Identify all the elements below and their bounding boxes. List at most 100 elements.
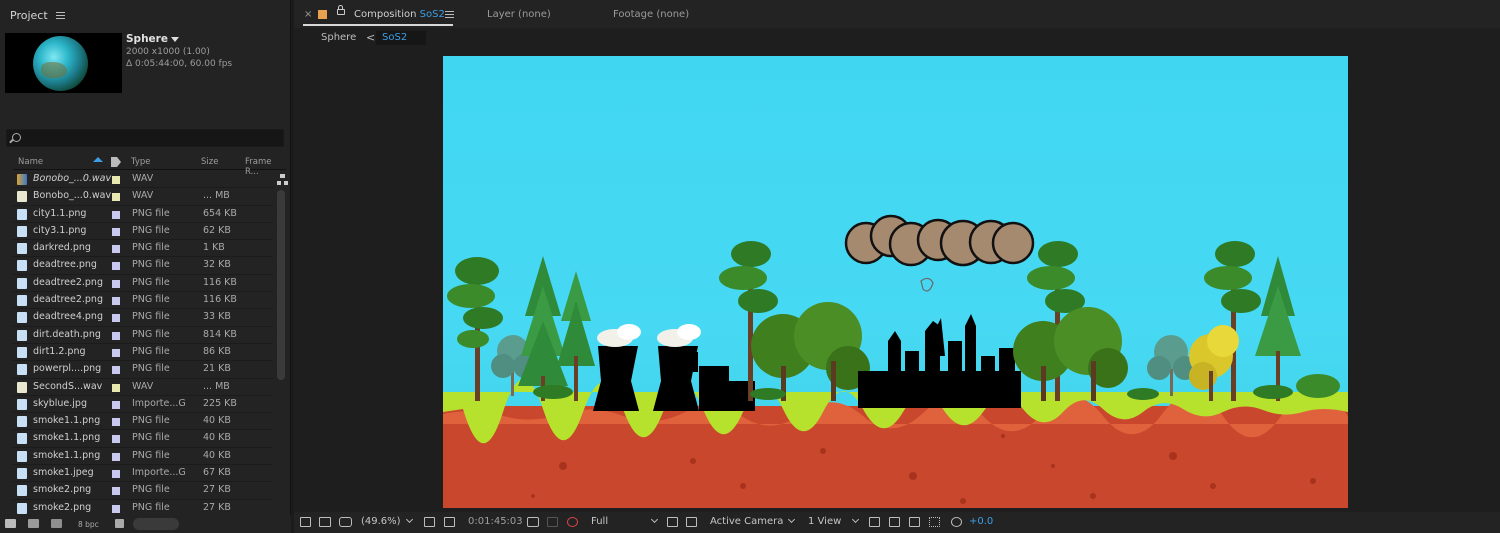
label-color-swatch[interactable] xyxy=(112,193,120,202)
label-color-swatch[interactable] xyxy=(112,504,120,513)
region-of-interest-icon[interactable] xyxy=(444,517,455,527)
label-color-swatch[interactable] xyxy=(112,314,120,323)
file-row[interactable]: dirt.death.png PNG file 814 KB xyxy=(13,327,273,344)
label-color-swatch[interactable] xyxy=(112,262,120,271)
label-color-swatch[interactable] xyxy=(112,435,120,444)
label-color-swatch[interactable] xyxy=(112,452,120,461)
column-name[interactable]: Name xyxy=(18,157,43,167)
panel-menu-icon[interactable] xyxy=(55,11,65,19)
label-color-swatch[interactable] xyxy=(112,176,120,184)
magnification-select[interactable]: (49.6%) xyxy=(361,514,413,530)
file-size: 21 KB xyxy=(203,363,231,375)
project-scrollbar[interactable] xyxy=(277,190,285,510)
label-color-swatch[interactable] xyxy=(112,487,120,496)
label-tag-icon[interactable] xyxy=(111,157,121,167)
flowchart-icon[interactable] xyxy=(277,174,288,185)
file-row[interactable]: deadtree4.png PNG file 33 KB xyxy=(13,309,273,327)
new-folder-icon[interactable] xyxy=(28,519,39,528)
file-row[interactable]: smoke1.jpeg Importe...G 67 KB xyxy=(13,465,273,483)
file-row[interactable]: city3.1.png PNG file 62 KB xyxy=(13,223,273,241)
project-panel-title[interactable]: Project xyxy=(10,9,48,22)
camera-snapshot-icon[interactable] xyxy=(527,517,539,527)
file-row[interactable]: darkred.png PNG file 1 KB xyxy=(13,240,273,258)
file-row[interactable]: deadtree.png PNG file 32 KB xyxy=(13,257,273,275)
tab-layer[interactable]: Layer (none) xyxy=(487,9,551,20)
selected-comp-name[interactable]: Sphere xyxy=(126,33,168,45)
thumbnail-size-slider[interactable] xyxy=(133,518,179,530)
toggle-pixel-aspect-icon[interactable] xyxy=(869,517,880,527)
search-icon[interactable] xyxy=(12,133,21,142)
chevron-left-icon[interactable]: < xyxy=(366,31,375,44)
left-pine-tree xyxy=(447,257,503,401)
label-color-swatch[interactable] xyxy=(112,348,120,357)
column-size[interactable]: Size xyxy=(201,157,218,167)
show-snapshot-icon[interactable] xyxy=(547,517,558,527)
color-channels-icon[interactable] xyxy=(567,517,578,527)
breadcrumb-sos2[interactable]: SoS2 xyxy=(376,31,426,45)
reset-exposure-icon[interactable] xyxy=(951,517,962,527)
label-color-swatch[interactable] xyxy=(112,297,120,306)
project-search[interactable] xyxy=(6,129,284,147)
new-composition-icon[interactable] xyxy=(51,519,62,528)
sort-ascending-icon[interactable] xyxy=(93,157,103,162)
tab-footage[interactable]: Footage (none) xyxy=(613,9,689,20)
view-layout-select[interactable]: 1 View xyxy=(808,514,860,530)
label-color-swatch[interactable] xyxy=(112,210,120,219)
label-color-swatch[interactable] xyxy=(112,383,120,392)
timeline-icon[interactable] xyxy=(909,517,920,527)
mask-visibility-icon[interactable] xyxy=(339,517,352,527)
interpret-footage-icon[interactable] xyxy=(5,519,16,528)
label-color-swatch[interactable] xyxy=(112,245,120,254)
transparency-grid-icon[interactable] xyxy=(686,517,697,527)
label-color-swatch[interactable] xyxy=(112,418,120,427)
composition-viewer[interactable] xyxy=(443,56,1348,508)
chevron-down-icon xyxy=(651,515,659,524)
breadcrumb-sphere[interactable]: Sphere xyxy=(321,32,356,43)
file-row[interactable]: SecondS...wav WAV ... MB xyxy=(13,379,273,396)
tab-composition[interactable]: Composition SoS2 xyxy=(354,9,445,20)
label-color-swatch[interactable] xyxy=(112,470,120,479)
close-tab-icon[interactable]: × xyxy=(304,9,312,20)
file-name: Bonobo_...0.wav xyxy=(33,190,112,202)
exposure-value[interactable]: +0.0 xyxy=(969,516,993,527)
file-row[interactable]: smoke1.1.png PNG file 40 KB xyxy=(13,448,273,466)
column-type[interactable]: Type xyxy=(131,157,151,167)
label-color-swatch[interactable] xyxy=(112,400,120,409)
timecode-display[interactable]: 0:01:45:03 xyxy=(468,516,523,527)
file-type: PNG file xyxy=(132,432,170,444)
label-color-swatch[interactable] xyxy=(112,279,120,288)
file-row[interactable]: skyblue.jpg Importe...G 225 KB xyxy=(13,396,273,414)
file-row[interactable]: deadtree2.png PNG file 116 KB xyxy=(13,292,273,310)
trash-icon[interactable] xyxy=(115,519,124,528)
file-row[interactable]: Bonobo_...0.wav WAV ... MB xyxy=(13,188,273,206)
file-row[interactable]: deadtree2.png PNG file 116 KB xyxy=(13,275,273,293)
3d-draft-icon[interactable] xyxy=(889,517,900,527)
bit-depth-button[interactable]: 8 bpc xyxy=(78,520,99,529)
scroll-thumb[interactable] xyxy=(277,190,285,380)
file-row[interactable]: smoke2.png PNG file 27 KB xyxy=(13,482,273,500)
label-color-swatch[interactable] xyxy=(112,366,120,375)
file-type: PNG file xyxy=(132,224,170,236)
file-row[interactable]: dirt1.2.png PNG file 86 KB xyxy=(13,344,273,362)
flowchart-view-icon[interactable] xyxy=(929,517,940,527)
search-input[interactable] xyxy=(31,131,281,145)
grid-guides-icon[interactable] xyxy=(424,517,435,527)
monitor-icon[interactable] xyxy=(319,517,331,527)
file-row[interactable]: Bonobo_...0.wav WAV xyxy=(13,171,273,189)
caret-down-icon[interactable] xyxy=(170,37,179,42)
file-row[interactable]: powerpl....png PNG file 21 KB xyxy=(13,361,273,379)
resolution-select[interactable]: Full xyxy=(591,514,661,530)
camera-view-select[interactable]: Active Camera xyxy=(710,514,796,530)
file-row[interactable]: smoke1.1.png PNG file 40 KB xyxy=(13,413,273,431)
file-row[interactable]: city1.1.png PNG file 654 KB xyxy=(13,206,273,223)
lock-icon[interactable] xyxy=(337,5,345,15)
file-name: SecondS...wav xyxy=(33,380,103,392)
file-row[interactable]: smoke1.1.png PNG file 40 KB xyxy=(13,430,273,448)
always-preview-icon[interactable] xyxy=(300,517,311,527)
label-color-swatch[interactable] xyxy=(112,331,120,340)
label-color-swatch[interactable] xyxy=(112,227,120,236)
tab-menu-icon[interactable] xyxy=(445,11,454,18)
fast-previews-icon[interactable] xyxy=(667,517,678,527)
resolution-value: Full xyxy=(591,516,609,527)
file-type: WAV xyxy=(132,190,154,202)
